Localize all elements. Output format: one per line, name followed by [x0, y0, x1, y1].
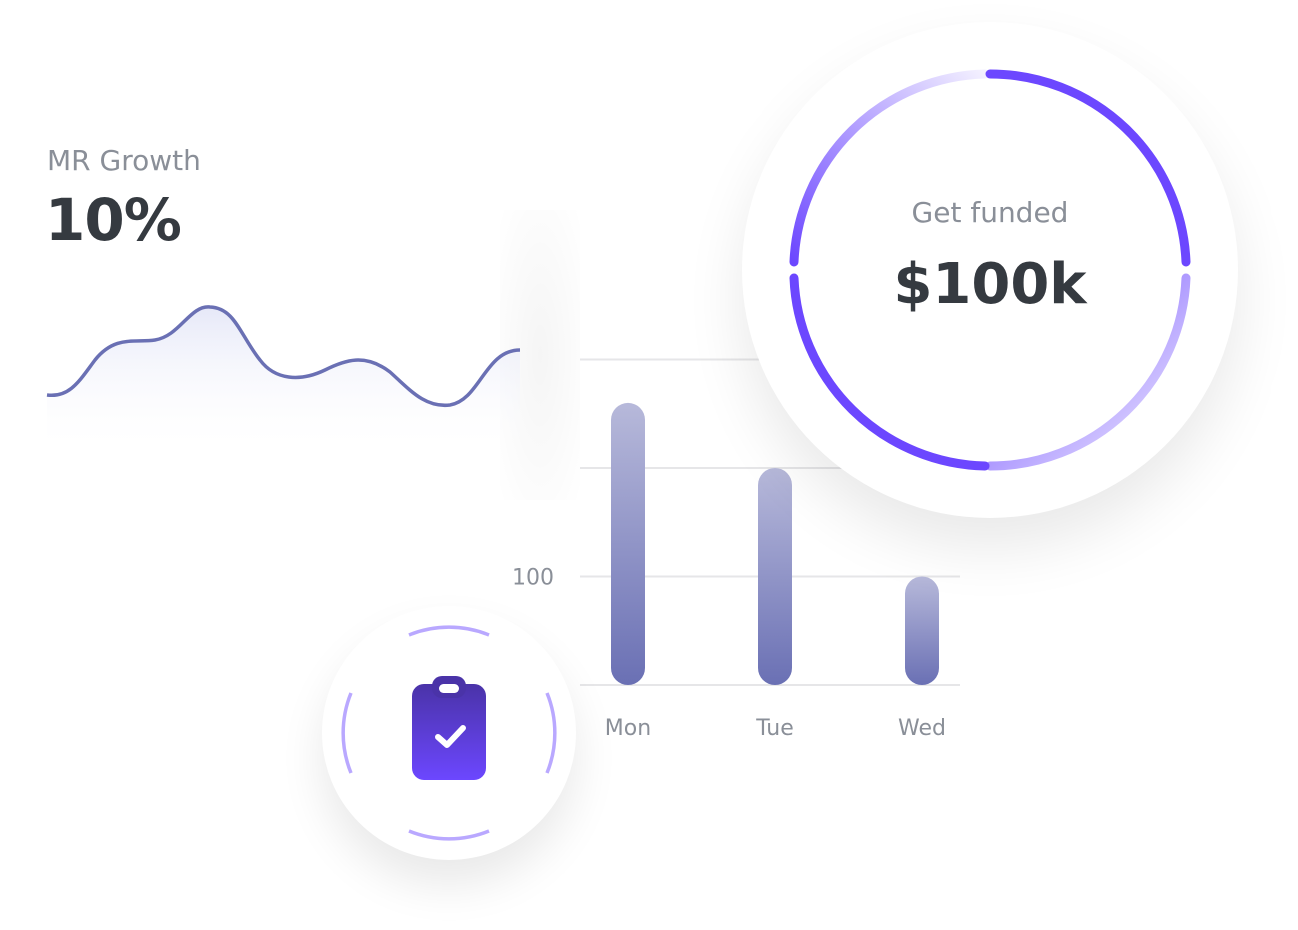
growth-sparkline — [46, 305, 521, 455]
growth-value: 10% — [45, 186, 182, 254]
ring-arc-top-left — [789, 69, 990, 267]
sparkline-area — [47, 306, 520, 455]
funding-value: $100k — [893, 252, 1087, 317]
y-tick-label: 100 — [512, 566, 554, 591]
x-tick-label: Tue — [755, 716, 794, 741]
growth-label: MR Growth — [47, 144, 201, 177]
x-tick-label: Mon — [605, 716, 651, 741]
bar-mon — [611, 402, 645, 685]
x-tick-label: Wed — [898, 716, 946, 741]
ring-arc-top-right — [985, 69, 1191, 267]
clipboard-check-icon — [341, 625, 557, 841]
bar-wed — [905, 576, 939, 685]
funding-label: Get funded — [911, 196, 1069, 229]
